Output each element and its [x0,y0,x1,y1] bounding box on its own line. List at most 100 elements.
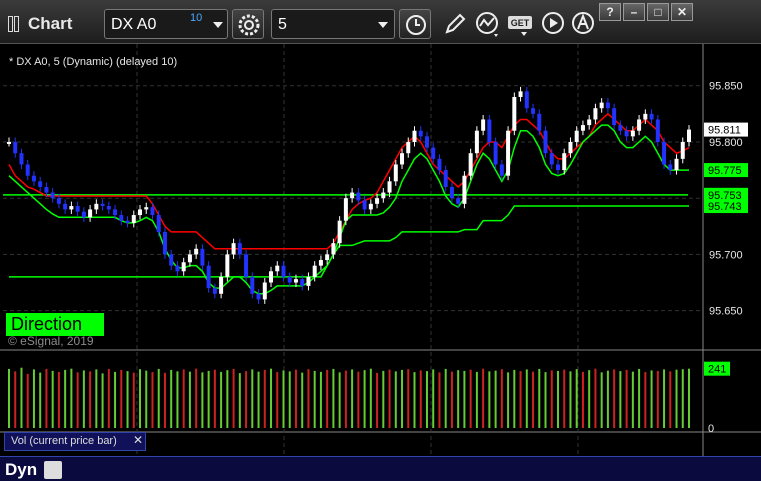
upper-series-line [8,112,690,250]
candle [50,192,55,199]
time-axis-bar[interactable]: Dyn [0,456,761,481]
candle [312,265,317,277]
chart-window-icon [8,16,20,32]
candle [412,130,417,142]
candle [244,254,249,277]
candle [587,119,592,126]
candle [262,282,267,300]
get-data-icon[interactable]: GET [507,10,535,38]
candle [418,130,423,137]
candle [574,130,579,142]
interval-value: 5 [278,16,287,33]
candle [63,203,68,210]
candle [256,293,261,300]
candle [300,279,305,286]
candle [25,164,30,176]
candle [680,141,685,159]
candle [106,206,111,210]
candle [219,276,224,294]
candle [518,91,523,97]
candle [13,141,18,154]
symbol-input[interactable]: DX A0 10 [104,9,228,39]
candle [474,130,479,154]
candle [19,153,24,165]
studies-icon[interactable] [474,10,502,38]
candle [662,141,667,165]
candle [94,203,99,210]
candle [512,96,517,131]
candle [125,220,130,223]
volume-pane-label[interactable]: Vol (current price bar) [4,432,146,451]
clock-icon [406,15,426,35]
candle [356,192,361,201]
chart-area[interactable]: 95.85095.80095.75095.70095.65095.81195.7… [0,44,761,481]
candle [281,265,286,277]
candle [331,243,336,255]
close-icon[interactable]: ✕ [133,433,143,447]
alert-icon[interactable] [570,10,598,38]
candle [524,91,529,109]
chevron-down-icon[interactable] [213,22,223,28]
candle [649,113,654,120]
candle [431,147,436,159]
candle [231,243,236,255]
candle [605,102,610,109]
volume-tag-label: 241 [708,364,726,376]
candle [618,125,623,131]
candle [375,198,380,204]
candle [437,158,442,171]
candle [337,220,342,244]
chevron-down-icon[interactable] [378,22,388,28]
candle [156,215,161,232]
candle [343,198,348,221]
candle [7,141,11,144]
candle [194,248,199,255]
price-tick-label: 95.650 [709,306,743,318]
close-button[interactable]: ✕ [671,3,693,21]
candle [381,192,386,199]
candle [131,215,136,223]
interval-input[interactable]: 5 [271,9,395,39]
candle [481,119,486,131]
candle [400,153,405,165]
symbol-delay-badge: 10 [190,12,203,24]
candle [250,276,255,294]
candle [287,276,292,283]
candle [44,186,49,193]
candle [562,153,567,171]
price-tick-label: 95.700 [709,249,743,261]
price-chart[interactable]: 95.85095.80095.75095.70095.65095.81195.7… [0,44,761,481]
interval-clock-button[interactable] [399,9,431,39]
candle [100,203,105,207]
candle [549,153,554,165]
min-button[interactable]: – [623,3,645,21]
candle [443,170,448,187]
candle [150,207,155,216]
chart-header: * DX A0, 5 (Dynamic) (delayed 10) [9,56,178,68]
candle [687,129,691,142]
candle [580,125,585,131]
candle [493,141,498,165]
candle [318,260,323,266]
candle [56,198,61,204]
candle [325,254,330,261]
pencil-icon[interactable] [441,10,469,38]
candle [543,130,548,154]
candle [462,175,467,204]
symbol-settings-button[interactable] [232,9,264,39]
restore-button[interactable]: □ [647,3,669,21]
play-icon[interactable] [540,10,568,38]
candle [237,243,242,255]
candle [212,288,217,294]
candle [624,130,629,137]
symbol-value: DX A0 [111,16,157,33]
candle [293,279,298,283]
candle [175,265,180,272]
candle [531,108,536,114]
candle [138,209,143,216]
lock-icon[interactable] [44,461,62,479]
candle [393,164,398,182]
dynamic-mode-label[interactable]: Dyn [5,460,37,480]
candle [225,254,230,277]
help-button[interactable]: ? [599,3,621,21]
